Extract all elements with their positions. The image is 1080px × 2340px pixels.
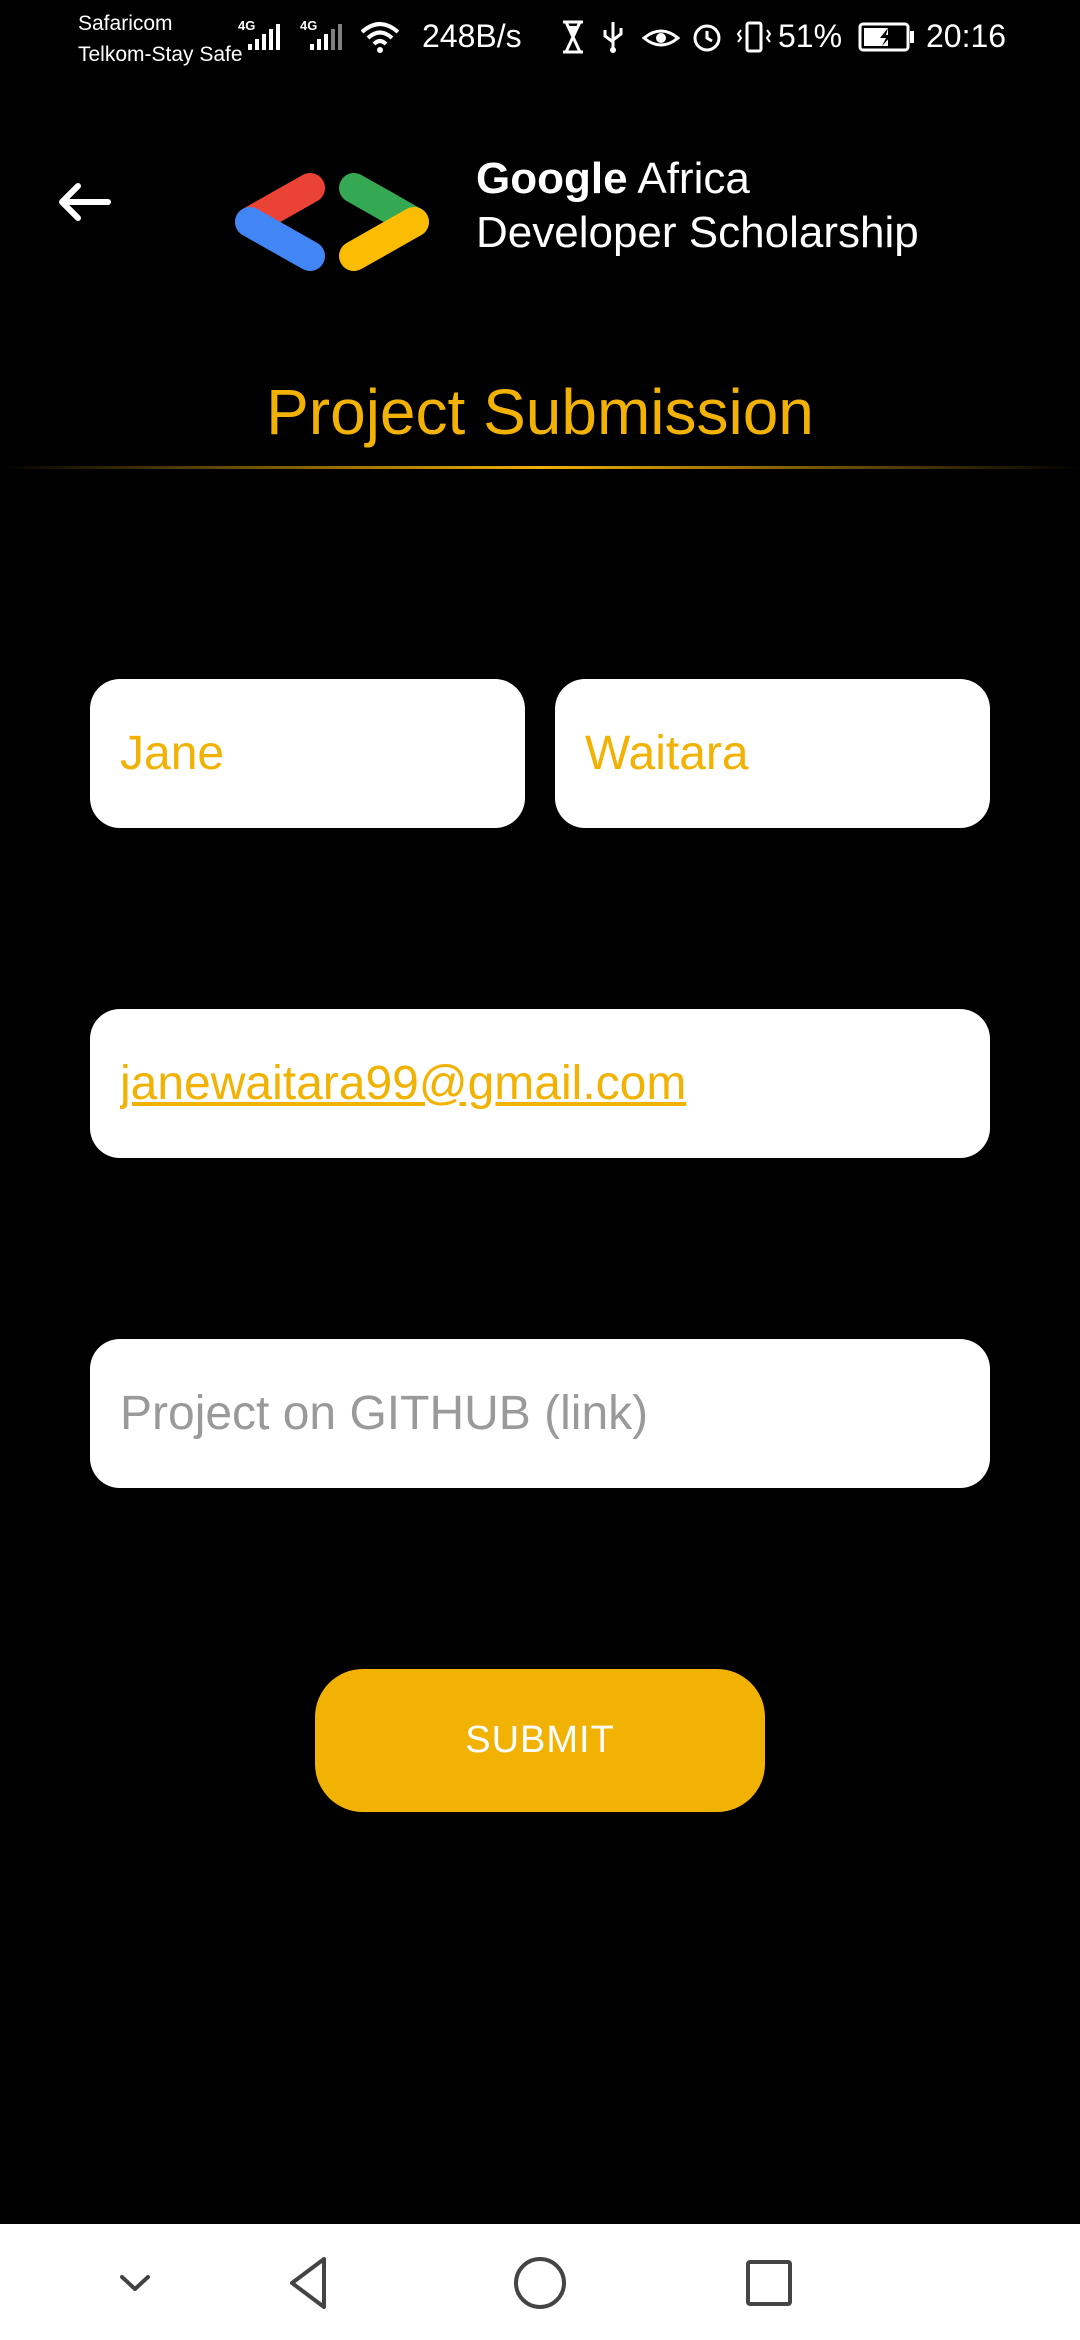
gads-logo-icon <box>235 173 429 271</box>
chevron-down-icon[interactable] <box>100 2248 170 2318</box>
signal-1-icon: 4G <box>238 18 288 50</box>
carrier-names: Safaricom Telkom-Stay Safe <box>78 8 243 70</box>
brand-africa: Africa <box>637 154 750 203</box>
page-title: Project Submission <box>266 376 814 448</box>
first-name-input[interactable] <box>120 726 525 781</box>
title-divider <box>0 466 1080 469</box>
home-circle-icon[interactable] <box>505 2248 575 2318</box>
back-triangle-icon[interactable] <box>274 2248 344 2318</box>
carrier-1: Safaricom <box>78 12 173 35</box>
submit-button[interactable]: SUBMIT <box>315 1669 765 1812</box>
signal-2-icon: 4G <box>300 18 350 50</box>
eye-comfort-icon <box>642 29 680 47</box>
first-name-field[interactable] <box>90 679 525 828</box>
hourglass-icon <box>563 20 583 54</box>
clock: 20:16 <box>926 18 1007 54</box>
alarm-icon <box>693 24 721 52</box>
brand-subtitle: Developer Scholarship <box>476 208 919 257</box>
last-name-field[interactable] <box>555 679 990 828</box>
github-link-input[interactable] <box>120 1386 990 1441</box>
recents-square-icon[interactable] <box>734 2248 804 2318</box>
brand-google: Google <box>476 154 628 203</box>
carrier-2: Telkom-Stay Safe <box>78 43 243 66</box>
status-bar: Safaricom Telkom-Stay Safe 4G 4G 248B/s <box>0 0 1080 75</box>
battery-percent: 51% <box>778 18 843 54</box>
brand-name: Google Africa Developer Scholarship <box>476 152 919 260</box>
email-input[interactable] <box>120 1056 990 1111</box>
back-arrow-icon[interactable] <box>52 170 116 234</box>
network-speed: 248B/s <box>422 18 522 54</box>
wifi-icon <box>360 22 400 53</box>
vibrate-icon <box>736 21 772 53</box>
screen: Safaricom Telkom-Stay Safe 4G 4G 248B/s <box>0 0 1080 2340</box>
github-link-field[interactable] <box>90 1339 990 1488</box>
email-field[interactable] <box>90 1009 990 1158</box>
last-name-input[interactable] <box>585 726 990 781</box>
battery-charging-icon <box>858 22 914 52</box>
usb-icon <box>603 22 623 53</box>
navigation-bar <box>0 2224 1080 2340</box>
